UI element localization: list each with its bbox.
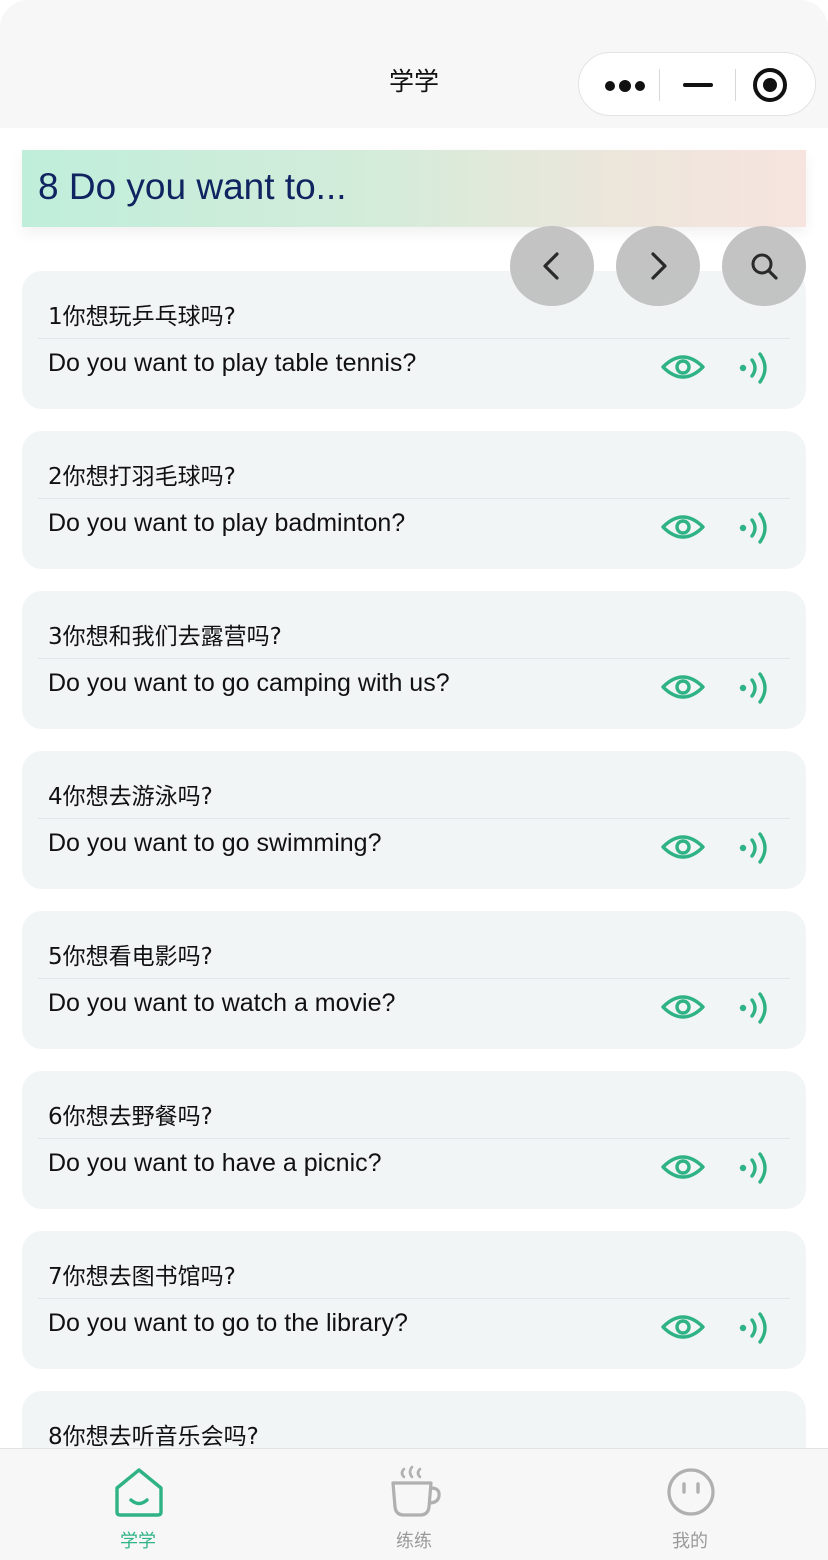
- tab-practice[interactable]: 练练: [314, 1449, 514, 1560]
- card-divider: [38, 498, 790, 499]
- more-options-icon[interactable]: [605, 80, 645, 92]
- card-divider: [38, 338, 790, 339]
- coffee-cup-icon: [391, 1465, 441, 1517]
- sound-play-icon[interactable]: [738, 669, 772, 707]
- chinese-sentence: 5你想看电影吗?: [48, 944, 213, 970]
- bottom-tab-bar: 学学 练练 我的: [0, 1448, 828, 1560]
- card-divider: [38, 1298, 790, 1299]
- sound-play-icon[interactable]: [738, 349, 772, 387]
- sentence-card[interactable]: 4你想去游泳吗? Do you want to go swimming?: [22, 751, 806, 889]
- eye-icon[interactable]: [660, 351, 706, 383]
- tab-label-learn: 学学: [120, 1531, 156, 1552]
- eye-icon[interactable]: [660, 511, 706, 543]
- chinese-sentence: 8你想去听音乐会吗?: [48, 1424, 259, 1450]
- minimize-icon[interactable]: [683, 83, 713, 87]
- sound-play-icon[interactable]: [738, 829, 772, 867]
- eye-icon[interactable]: [660, 991, 706, 1023]
- top-nav-bar: 学学: [0, 0, 828, 128]
- chinese-sentence: 4你想去游泳吗?: [48, 784, 213, 810]
- chinese-sentence: 1你想玩乒乓球吗?: [48, 304, 236, 330]
- sound-play-icon[interactable]: [738, 989, 772, 1027]
- eye-icon[interactable]: [660, 671, 706, 703]
- english-sentence: Do you want to go camping with us?: [48, 669, 450, 697]
- chinese-sentence: 7你想去图书馆吗?: [48, 1264, 236, 1290]
- sentence-card[interactable]: 6你想去野餐吗? Do you want to have a picnic?: [22, 1071, 806, 1209]
- capsule-divider: [735, 69, 736, 101]
- mini-program-capsule: [578, 52, 816, 116]
- card-divider: [38, 978, 790, 979]
- sentence-card[interactable]: 5你想看电影吗? Do you want to watch a movie?: [22, 911, 806, 1049]
- search-button[interactable]: [722, 226, 806, 306]
- sentence-card[interactable]: 2你想打羽毛球吗? Do you want to play badminton?: [22, 431, 806, 569]
- home-smile-icon: [115, 1468, 163, 1517]
- eye-icon[interactable]: [660, 1311, 706, 1343]
- tab-label-me: 我的: [672, 1531, 708, 1552]
- english-sentence: Do you want to go to the library?: [48, 1309, 408, 1337]
- chinese-sentence: 3你想和我们去露营吗?: [48, 624, 282, 650]
- english-sentence: Do you want to watch a movie?: [48, 989, 396, 1017]
- chevron-left-icon: [543, 252, 559, 280]
- tab-learn[interactable]: 学学: [38, 1449, 238, 1560]
- previous-button[interactable]: [510, 226, 594, 306]
- chinese-sentence: 6你想去野餐吗?: [48, 1104, 213, 1130]
- lesson-header: 8 Do you want to...: [22, 150, 806, 227]
- english-sentence: Do you want to go swimming?: [48, 829, 382, 857]
- search-icon: [751, 253, 778, 280]
- card-divider: [38, 818, 790, 819]
- english-sentence: Do you want to play table tennis?: [48, 349, 417, 377]
- capsule-divider: [659, 69, 660, 101]
- lesson-title: 8 Do you want to...: [38, 166, 347, 207]
- eye-icon[interactable]: [660, 1151, 706, 1183]
- english-sentence: Do you want to play badminton?: [48, 509, 406, 537]
- sound-play-icon[interactable]: [738, 1309, 772, 1347]
- card-divider: [38, 1138, 790, 1139]
- english-sentence: Do you want to have a picnic?: [48, 1149, 382, 1177]
- chinese-sentence: 2你想打羽毛球吗?: [48, 464, 236, 490]
- sentence-card[interactable]: 3你想和我们去露营吗? Do you want to go camping wit…: [22, 591, 806, 729]
- sound-play-icon[interactable]: [738, 1149, 772, 1187]
- face-icon: [667, 1468, 715, 1516]
- chevron-right-icon: [651, 252, 667, 280]
- sound-play-icon[interactable]: [738, 509, 772, 547]
- tab-label-practice: 练练: [396, 1531, 432, 1552]
- card-divider: [38, 658, 790, 659]
- eye-icon[interactable]: [660, 831, 706, 863]
- sentence-card[interactable]: 7你想去图书馆吗? Do you want to go to the librar…: [22, 1231, 806, 1369]
- tab-me[interactable]: 我的: [590, 1449, 790, 1560]
- close-target-icon[interactable]: [753, 68, 787, 102]
- next-button[interactable]: [616, 226, 700, 306]
